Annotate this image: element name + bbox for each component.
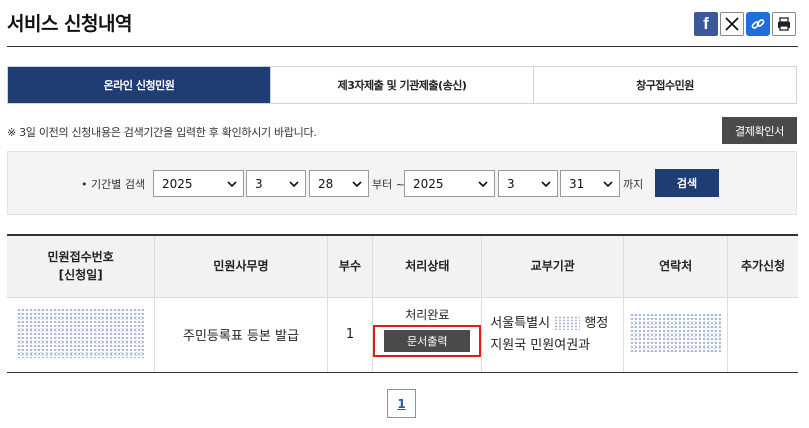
table-header-row: 민원접수번호 [신청일] 민원사무명 부수 처리상태 교부기관 연락처 추가신청 — [7, 235, 798, 298]
to-year-value: 2025 — [413, 176, 444, 191]
status-text: 처리완료 — [405, 308, 450, 322]
header-affair-name: 민원사무명 — [154, 235, 328, 298]
facebook-share-button[interactable]: f — [694, 12, 718, 36]
to-day-select[interactable]: 31 — [560, 170, 620, 197]
header-extra-request: 추가신청 — [727, 235, 798, 298]
chevron-down-icon — [603, 181, 613, 188]
agency-line1-prefix: 서울특별시 — [490, 315, 551, 331]
search-button[interactable]: 검색 — [655, 169, 719, 197]
redacted-district — [554, 316, 581, 330]
from-year-value: 2025 — [162, 176, 193, 191]
header-contact: 연락처 — [623, 235, 729, 298]
chevron-down-icon — [352, 181, 362, 188]
cell-receipt-number — [7, 297, 156, 373]
print-document-button[interactable]: 문서출력 — [384, 330, 471, 352]
x-icon — [725, 17, 739, 31]
chevron-down-icon — [227, 181, 237, 188]
redacted-receipt-number — [16, 307, 145, 358]
service-tabs: 온라인 신청민원 제3자제출 및 기관제출(송신) 창구접수민원 — [7, 66, 797, 104]
chevron-down-icon — [289, 181, 299, 188]
cell-affair-name: 주민등록표 등본 발급 — [154, 297, 328, 373]
cell-issuing-agency: 서울특별시 행정 지원국 민원여권과 — [481, 297, 625, 373]
to-day-value: 31 — [569, 176, 585, 191]
link-icon — [751, 19, 765, 29]
application-history-table: 민원접수번호 [신청일] 민원사무명 부수 처리상태 교부기관 연락처 추가신청… — [7, 234, 798, 373]
header-receipt-number: 민원접수번호 [신청일] — [7, 235, 156, 298]
chevron-down-icon — [478, 181, 488, 188]
to-year-select[interactable]: 2025 — [404, 170, 495, 197]
copy-link-button[interactable] — [746, 12, 770, 36]
from-month-value: 3 — [255, 176, 263, 191]
chevron-down-icon — [541, 181, 551, 188]
print-page-button[interactable] — [772, 12, 796, 36]
from-day-select[interactable]: 28 — [309, 170, 369, 197]
to-month-value: 3 — [507, 176, 515, 191]
header-status: 처리상태 — [372, 235, 483, 298]
header-issuing-agency: 교부기관 — [481, 235, 625, 298]
agency-line1-suffix: 행정 — [584, 315, 609, 331]
period-search-label: • 기간별 검색 — [81, 178, 146, 191]
tab-third-party-submission[interactable]: 제3자제출 및 기관제출(송신) — [270, 67, 533, 103]
to-month-select[interactable]: 3 — [498, 170, 558, 197]
tab-online-application[interactable]: 온라인 신청민원 — [8, 67, 270, 103]
redacted-contact — [629, 312, 722, 353]
share-buttons: f — [694, 12, 796, 36]
header-copies: 부수 — [327, 235, 374, 298]
tab-counter-application[interactable]: 창구접수민원 — [533, 67, 796, 103]
cell-status: 처리완료 문서출력 — [372, 297, 483, 373]
from-year-select[interactable]: 2025 — [153, 170, 244, 197]
x-share-button[interactable] — [720, 12, 744, 36]
header-receipt-date-label: [신청일] — [58, 268, 103, 283]
page-title: 서비스 신청내역 — [7, 13, 132, 35]
facebook-icon: f — [703, 14, 709, 33]
cell-copies: 1 — [327, 297, 374, 373]
page-header: 서비스 신청내역 f — [7, 0, 798, 47]
print-highlight-box: 문서출력 — [373, 325, 482, 357]
to-suffix-text: 까지 — [623, 178, 644, 191]
header-receipt-number-label: 민원접수번호 — [47, 250, 114, 265]
cell-contact — [623, 297, 729, 373]
from-day-value: 28 — [318, 176, 334, 191]
from-suffix-text: 부터 ~ — [372, 178, 405, 191]
from-month-select[interactable]: 3 — [246, 170, 306, 197]
pagination-page-1[interactable]: 1 — [387, 389, 416, 418]
agency-line2: 지원국 민원여권과 — [490, 337, 591, 353]
table-row: 주민등록표 등본 발급 1 처리완료 문서출력 서울특별시 행정 지원국 민원여… — [7, 297, 798, 373]
search-period-notice: ※ 3일 이전의 신청내용은 검색기간을 입력한 후 확인하시기 바랍니다. — [7, 126, 317, 139]
search-panel: • 기간별 검색 2025 3 28 부터 ~ 2025 3 31 까지 검색 — [7, 151, 797, 215]
cell-extra-request — [727, 297, 798, 373]
payment-receipt-button[interactable]: 결제확인서 — [722, 117, 797, 144]
printer-icon — [778, 17, 790, 31]
